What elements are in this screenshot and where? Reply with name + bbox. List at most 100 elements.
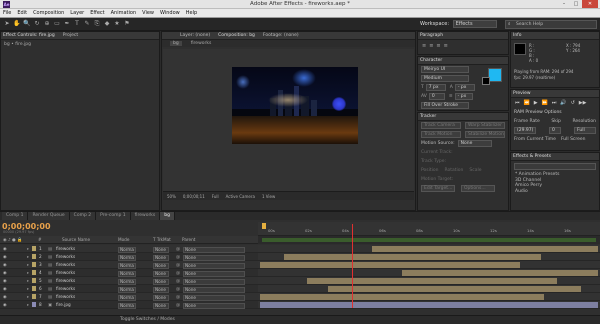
audio-icon[interactable]: 🔊: [560, 100, 566, 106]
breadcrumb-bg[interactable]: bg: [170, 41, 182, 46]
menu-composition[interactable]: Composition: [33, 9, 64, 17]
layer-duration-bar[interactable]: [283, 254, 541, 260]
tab-effect-controls[interactable]: Effect Controls: fire.jpg: [3, 33, 55, 38]
tab-paragraph[interactable]: Paragraph: [420, 33, 443, 38]
expand-triangle-icon[interactable]: ▸: [27, 294, 29, 299]
tab-effects-presets[interactable]: Effects & Presets: [513, 154, 551, 159]
tracking-field[interactable]: 0: [428, 93, 445, 100]
stabilize-motion-button[interactable]: Stabilize Motion: [465, 131, 505, 138]
layer-name[interactable]: fireworks: [56, 294, 75, 299]
search-help-input[interactable]: ⌕ Search Help: [505, 20, 597, 29]
current-time-indicator-handle[interactable]: [262, 223, 266, 229]
pick-whip-icon[interactable]: @: [176, 270, 180, 275]
shape-tool-icon[interactable]: ▭: [53, 20, 61, 28]
loop-icon[interactable]: ↺: [571, 100, 575, 106]
menu-help[interactable]: Help: [186, 9, 197, 17]
track-camera-button[interactable]: Track Camera: [421, 122, 461, 129]
menu-file[interactable]: File: [3, 9, 11, 17]
visibility-eye-icon[interactable]: ◉: [3, 278, 7, 283]
label-color-swatch[interactable]: [32, 278, 36, 283]
track-motion-button[interactable]: Track Motion: [421, 131, 461, 138]
next-frame-icon[interactable]: ⏩: [542, 100, 548, 106]
selection-tool-icon[interactable]: ➤: [3, 20, 11, 28]
label-color-swatch[interactable]: [32, 302, 36, 307]
scale-checkbox[interactable]: Scale: [469, 168, 481, 173]
layer-duration-bar[interactable]: [327, 286, 582, 292]
stroke-style-dropdown[interactable]: Fill Over Stroke: [421, 102, 469, 109]
from-current-time-checkbox[interactable]: From Current Time: [514, 137, 556, 142]
roto-brush-tool-icon[interactable]: ★: [113, 20, 121, 28]
expand-triangle-icon[interactable]: ▸: [27, 302, 29, 307]
minimize-button[interactable]: –: [558, 0, 570, 8]
clone-stamp-tool-icon[interactable]: ⎘: [93, 20, 101, 28]
timeline-tab-comp-2[interactable]: Comp 2: [69, 212, 97, 220]
parent-dropdown[interactable]: None: [183, 303, 245, 309]
expand-triangle-icon[interactable]: ▸: [27, 286, 29, 291]
visibility-eye-icon[interactable]: ◉: [3, 246, 7, 251]
tab-preview[interactable]: Preview: [513, 91, 531, 96]
previous-frame-icon[interactable]: ⏪: [524, 100, 530, 106]
layer-row[interactable]: ◉ ▸ 8 ▣ fire.jpg Norma None @ None: [0, 301, 258, 309]
effects-search-input[interactable]: [514, 163, 596, 170]
layer-row[interactable]: ◉ ▸ 2 ▤ fireworks Norma None @ None: [0, 253, 258, 261]
layer-duration-bar[interactable]: [401, 270, 598, 276]
maximize-button[interactable]: □: [570, 0, 582, 8]
puppet-tool-icon[interactable]: ⚑: [123, 20, 131, 28]
pick-whip-icon[interactable]: @: [176, 262, 180, 267]
timeline-tab-comp-1[interactable]: Comp 1: [2, 212, 29, 220]
stroke-color-swatch[interactable]: [482, 77, 490, 85]
frame-rate-field[interactable]: (29.97): [514, 127, 536, 134]
timeline-tab-fireworks[interactable]: fireworks: [130, 212, 161, 220]
label-color-swatch[interactable]: [32, 286, 36, 291]
position-checkbox[interactable]: Position: [421, 168, 439, 173]
expand-triangle-icon[interactable]: ▸: [27, 278, 29, 283]
tab-composition-bg[interactable]: Composition: bg: [218, 33, 255, 38]
layer-name[interactable]: fireworks: [56, 254, 75, 259]
layer-name[interactable]: fireworks: [56, 278, 75, 283]
current-time-display[interactable]: 0;00;00;11: [183, 194, 205, 199]
layer-name[interactable]: fireworks: [56, 246, 75, 251]
layer-row[interactable]: ◉ ▸ 4 ▤ fireworks Norma None @ None: [0, 269, 258, 277]
font-size-field[interactable]: 7 px: [425, 84, 446, 91]
font-family-dropdown[interactable]: Meiryo UI: [421, 66, 469, 73]
expand-triangle-icon[interactable]: ▸: [27, 246, 29, 251]
label-color-swatch[interactable]: [32, 270, 36, 275]
tab-character[interactable]: Character: [420, 58, 442, 63]
menu-layer[interactable]: Layer: [70, 9, 84, 17]
motion-source-dropdown[interactable]: None: [457, 140, 492, 147]
layer-name[interactable]: fireworks: [56, 270, 75, 275]
track-matte-dropdown[interactable]: None: [153, 303, 169, 309]
visibility-eye-icon[interactable]: ◉: [3, 286, 7, 291]
breadcrumb-fireworks[interactable]: fireworks: [188, 41, 215, 46]
full-screen-checkbox[interactable]: Full Screen: [561, 137, 586, 142]
label-color-swatch[interactable]: [32, 294, 36, 299]
menu-view[interactable]: View: [142, 9, 154, 17]
effects-item-audio[interactable]: Audio: [515, 189, 599, 195]
hand-tool-icon[interactable]: ✋: [13, 20, 21, 28]
timeline-tab-bg[interactable]: bg: [160, 212, 175, 220]
time-ruler[interactable]: 00s02s04s06s08s10s12s14s16s18s: [258, 222, 600, 236]
leading-field[interactable]: - px: [454, 84, 475, 91]
layer-name[interactable]: fire.jpg: [56, 302, 71, 307]
skip-field[interactable]: 0: [549, 127, 561, 134]
pick-whip-icon[interactable]: @: [176, 254, 180, 259]
expand-triangle-icon[interactable]: ▸: [27, 254, 29, 259]
camera-tool-icon[interactable]: ⊕: [43, 20, 51, 28]
align-left-icon[interactable]: ≡: [422, 43, 426, 49]
tab-layer[interactable]: Layer: (none): [180, 33, 210, 38]
visibility-eye-icon[interactable]: ◉: [3, 302, 7, 307]
workspace-dropdown[interactable]: Effects: [452, 20, 497, 28]
header-source-name[interactable]: Source Name: [62, 237, 90, 242]
tab-info[interactable]: Info: [513, 33, 522, 38]
fill-color-swatch[interactable]: [488, 68, 502, 82]
type-tool-icon[interactable]: T: [73, 20, 81, 28]
layer-row[interactable]: ◉ ▸ 5 ▤ fireworks Norma None @ None: [0, 277, 258, 285]
align-right-icon[interactable]: ≡: [436, 43, 440, 49]
edit-target-button[interactable]: Edit Target...: [421, 185, 455, 192]
menu-effect[interactable]: Effect: [90, 9, 104, 17]
expand-triangle-icon[interactable]: ▸: [27, 270, 29, 275]
layer-duration-bar[interactable]: [260, 302, 598, 308]
resolution-dropdown[interactable]: Full: [212, 194, 219, 199]
font-style-dropdown[interactable]: Medium: [421, 75, 469, 82]
resolution-field[interactable]: Full: [574, 127, 596, 134]
